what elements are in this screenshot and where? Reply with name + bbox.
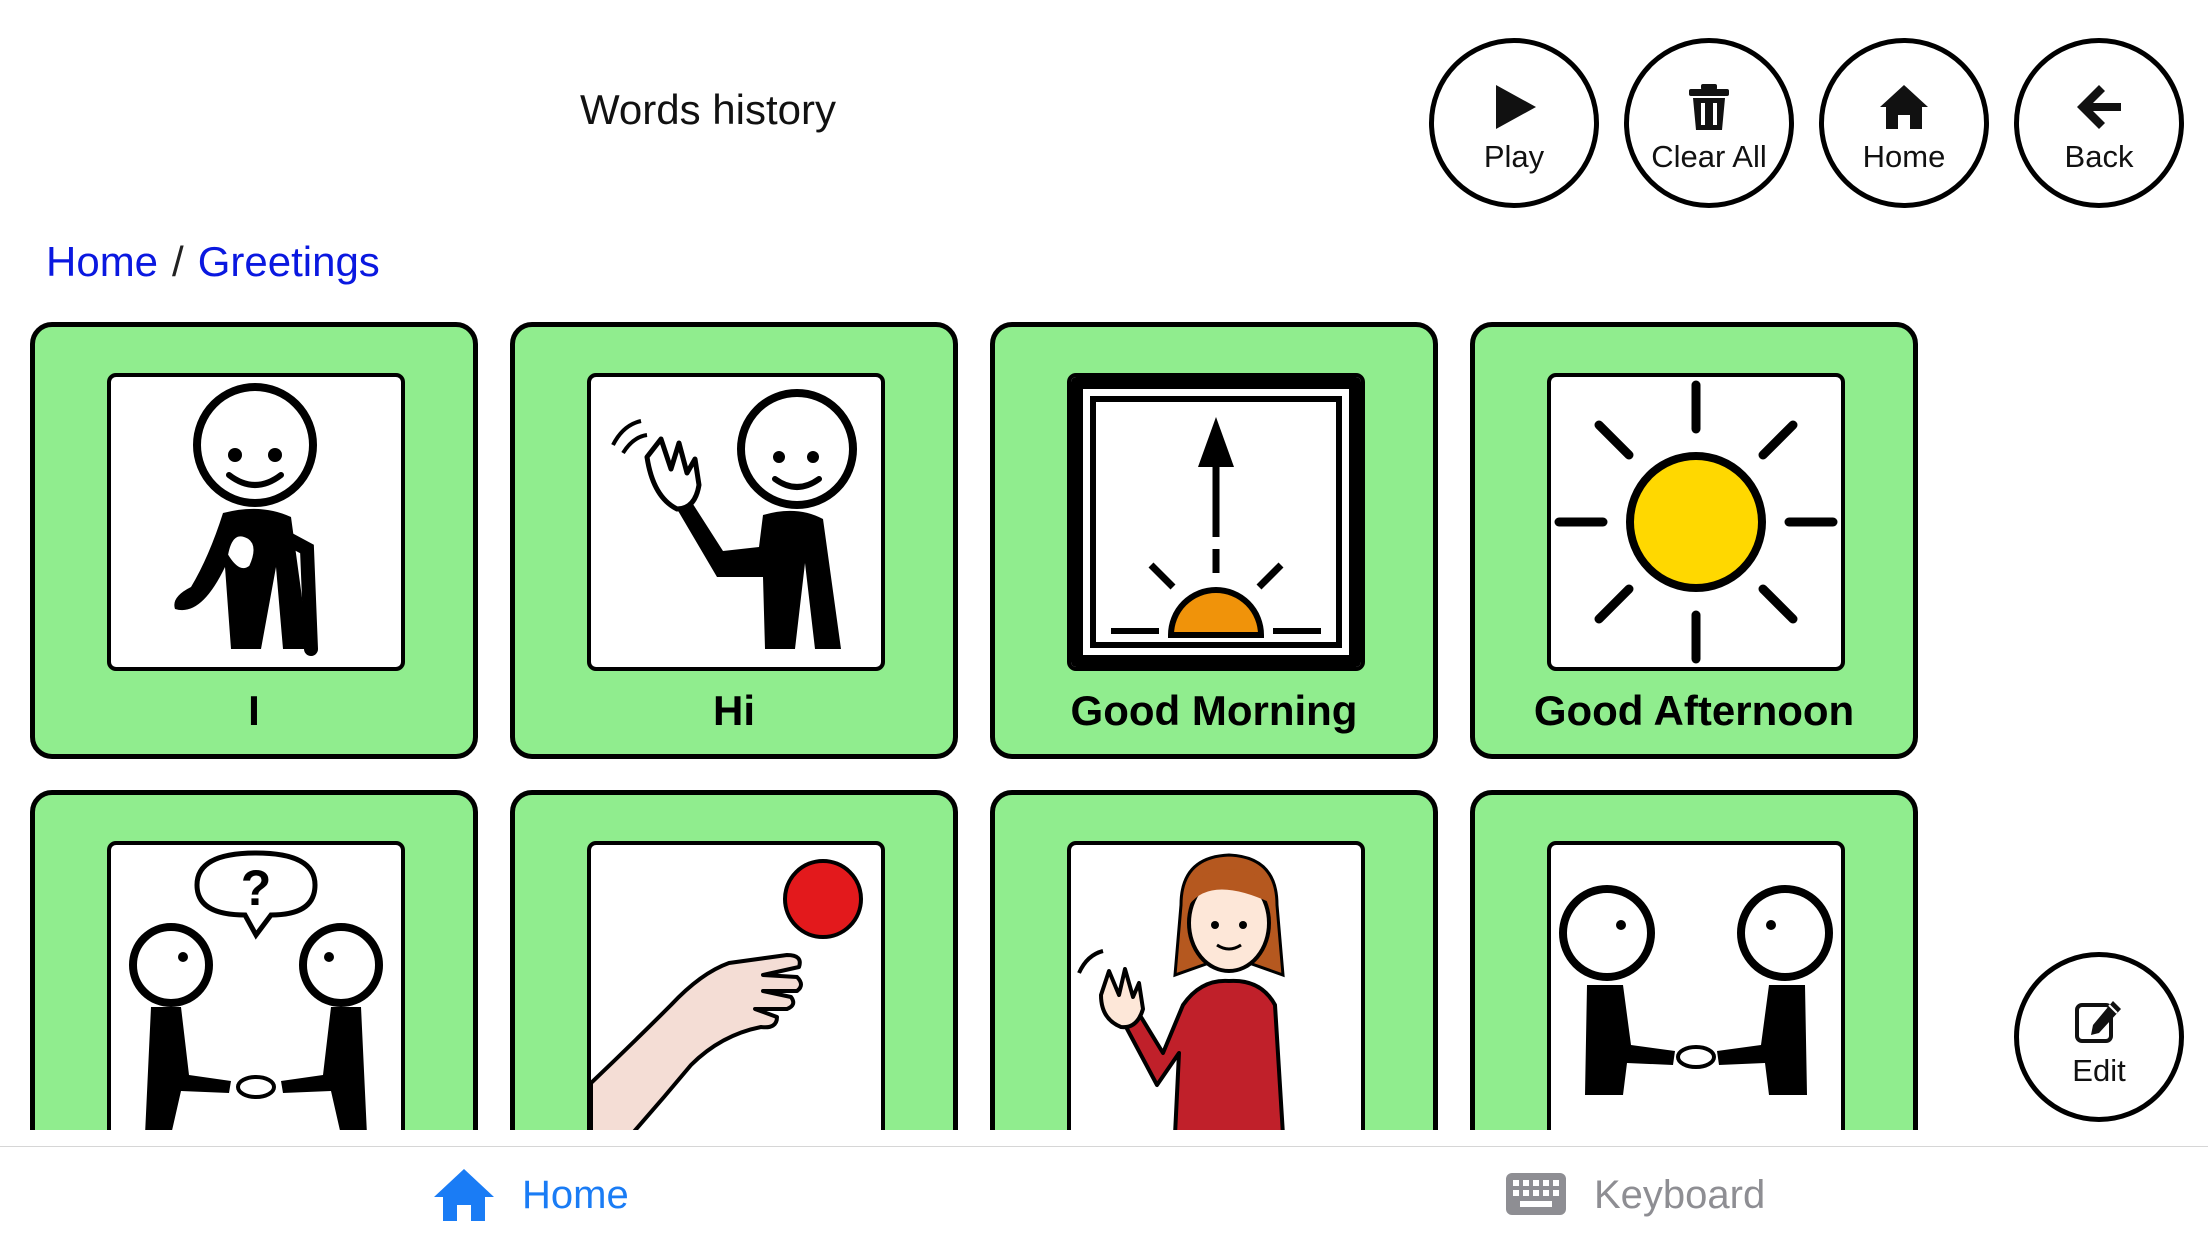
tile-girl-waving[interactable] [990, 790, 1438, 1130]
tile-symbol-sun [1547, 373, 1845, 671]
tab-home-label: Home [522, 1172, 629, 1217]
bottom-tab-bar: Home Keyboard [0, 1146, 2208, 1243]
back-button-label: Back [2064, 139, 2134, 174]
edit-icon [2075, 1001, 2121, 1043]
back-button[interactable]: Back [2014, 38, 2184, 208]
symbol-grid: I Hi Good Morning Good Afternoon ? [0, 318, 1940, 1130]
words-history-title: Words history [580, 86, 836, 133]
tile-symbol-hand-red-ball [587, 841, 885, 1130]
svg-text:?: ? [241, 860, 272, 916]
tab-keyboard-label: Keyboard [1594, 1172, 1766, 1217]
tile-good-afternoon[interactable]: Good Afternoon [1470, 322, 1918, 759]
tab-keyboard[interactable]: Keyboard [1504, 1147, 1765, 1243]
tile-symbol-two-people-handshake [1547, 841, 1845, 1130]
tile-two-people-handshake[interactable] [1470, 790, 1918, 1130]
tile-label: Hi [713, 687, 755, 734]
tile-symbol-two-people-question-handshake: ? [107, 841, 405, 1130]
tile-hand-red-ball[interactable] [510, 790, 958, 1130]
edit-button[interactable]: Edit [2014, 952, 2184, 1122]
edit-button-label: Edit [2072, 1053, 2126, 1088]
tile-hi[interactable]: Hi [510, 322, 958, 759]
home-button[interactable]: Home [1819, 38, 1989, 208]
keyboard-icon [1506, 1173, 1566, 1215]
breadcrumb-separator: / [172, 238, 184, 285]
clear-all-button[interactable]: Clear All [1624, 38, 1794, 208]
house-icon [434, 1169, 494, 1221]
tile-symbol-person-waving [587, 373, 885, 671]
tile-label: Good Afternoon [1533, 687, 1855, 734]
play-button[interactable]: Play [1429, 38, 1599, 208]
tile-symbol-girl-waving [1067, 841, 1365, 1130]
play-button-label: Play [1483, 139, 1545, 174]
tile-symbol-sunrise [1067, 373, 1365, 671]
arrow-left-icon [2077, 85, 2121, 129]
tile-label: Good Morning [1070, 687, 1358, 734]
home-button-label: Home [1862, 139, 1946, 174]
home-icon [1880, 85, 1928, 129]
tab-home[interactable]: Home [432, 1147, 629, 1243]
tile-two-people-question-handshake[interactable]: ? [30, 790, 478, 1130]
tile-symbol-person-pointing-self [107, 373, 405, 671]
breadcrumb-home[interactable]: Home [46, 238, 158, 285]
breadcrumb: Home / Greetings [46, 238, 380, 286]
clear-all-button-label: Clear All [1651, 139, 1767, 174]
tile-label: I [248, 687, 260, 734]
breadcrumb-greetings[interactable]: Greetings [198, 238, 380, 285]
tile-good-morning[interactable]: Good Morning [990, 322, 1438, 759]
tile-i[interactable]: I [30, 322, 478, 759]
play-icon [1496, 85, 1536, 129]
trash-icon [1689, 84, 1729, 130]
